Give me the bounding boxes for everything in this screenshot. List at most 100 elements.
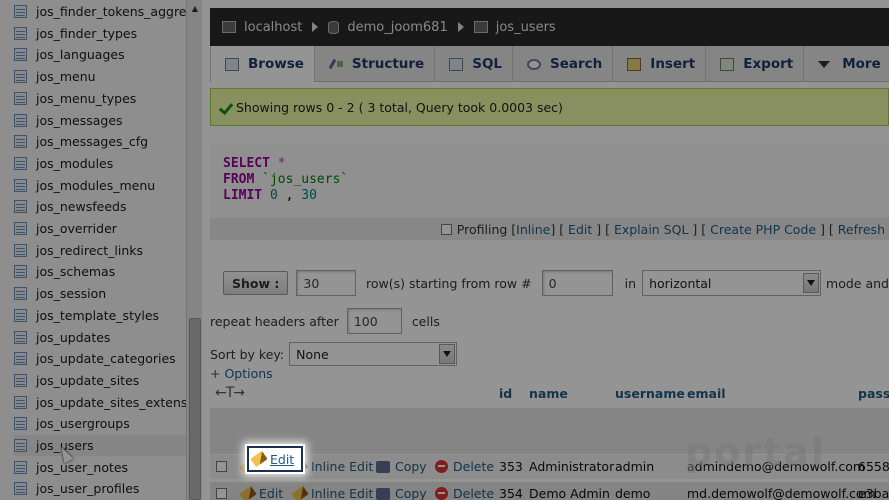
sql-keyword: FROM xyxy=(223,172,255,187)
repeat-headers-row: repeat headers after 100 cells xyxy=(210,307,889,335)
column-header-name[interactable]: name xyxy=(529,386,568,401)
table-icon xyxy=(14,439,27,452)
tab-search[interactable]: Search xyxy=(513,46,614,82)
mode-value: horizontal xyxy=(649,275,712,291)
sidebar-item-jos-usergroups[interactable]: jos_usergroups xyxy=(14,413,186,434)
highlighted-edit-label: Edit xyxy=(270,451,295,467)
sidebar-item-jos-menu[interactable]: jos_menu xyxy=(14,66,186,87)
repeat-text: repeat headers after xyxy=(210,313,339,329)
profiling-checkbox[interactable] xyxy=(440,223,452,235)
table-icon xyxy=(14,135,27,149)
tab-export[interactable]: Export xyxy=(706,46,805,82)
row-checkbox[interactable] xyxy=(216,488,227,499)
delete-label: Delete xyxy=(453,486,495,500)
cell-password[interactable]: 65585 xyxy=(858,459,889,474)
sidebar-scrollbar[interactable]: ▲ xyxy=(186,0,202,500)
delete-link[interactable]: Delete xyxy=(435,459,494,474)
sidebar-item-jos-languages[interactable]: jos_languages xyxy=(14,44,186,65)
copy-label: Copy xyxy=(395,486,427,500)
column-header-email[interactable]: email xyxy=(687,386,726,401)
cell-username[interactable]: demo xyxy=(615,486,650,500)
tab-structure[interactable]: Structure xyxy=(315,46,436,82)
copy-link[interactable]: Copy xyxy=(376,459,427,474)
sidebar-item-jos-session[interactable]: jos_session xyxy=(14,283,186,304)
sidebar-item-label: jos_template_styles xyxy=(36,307,160,323)
sidebar-item-jos-template-styles[interactable]: jos_template_styles xyxy=(14,305,186,326)
sidebar-item-label: jos_modules_menu xyxy=(36,177,156,193)
show-button[interactable]: Show : xyxy=(223,271,289,295)
cell-name[interactable]: Administrator xyxy=(529,459,614,474)
breadcrumb-table[interactable]: jos_users xyxy=(473,20,556,35)
refresh-link[interactable]: Refresh xyxy=(838,222,885,237)
rows-text: row(s) starting from row # xyxy=(365,275,532,291)
cell-id[interactable]: 353 xyxy=(499,459,523,474)
column-header-id[interactable]: id xyxy=(499,386,512,401)
edit-sql-link[interactable]: Edit xyxy=(568,222,592,237)
inline-link[interactable]: Inline xyxy=(516,222,550,237)
explain-sql-link[interactable]: Explain SQL xyxy=(614,222,688,237)
sidebar-item-jos-menu-types[interactable]: jos_menu_types xyxy=(14,88,186,109)
sidebar-item-jos-user-notes[interactable]: jos_user_notes xyxy=(14,457,186,478)
sidebar-item-label: jos_finder_tokens_aggreg xyxy=(36,4,186,19)
sidebar-item-jos-newsfeeds[interactable]: jos_newsfeeds xyxy=(14,196,186,217)
options-link[interactable]: + Options xyxy=(210,366,273,381)
create-php-link[interactable]: Create PHP Code xyxy=(710,222,816,237)
sidebar-item-jos-finder-tokens-aggreg[interactable]: jos_finder_tokens_aggreg xyxy=(14,1,186,22)
sidebar-item-jos-user-profiles[interactable]: jos_user_profiles xyxy=(14,478,186,499)
delete-link[interactable]: Delete xyxy=(435,486,494,500)
sidebar-item-jos-schemas[interactable]: jos_schemas xyxy=(14,261,186,282)
sidebar-item-jos-updates[interactable]: jos_updates xyxy=(14,327,186,348)
tab-browse[interactable]: Browse xyxy=(210,46,315,82)
edit-link[interactable]: Edit xyxy=(239,485,283,500)
status-message: Showing rows 0 - 2 ( 3 total, Query took… xyxy=(210,88,889,126)
sidebar-item-jos-update-sites[interactable]: jos_update_sites xyxy=(14,370,186,391)
sidebar-item-label: jos_schemas xyxy=(36,264,116,280)
repeat-headers-input[interactable]: 100 xyxy=(346,308,402,334)
breadcrumb-database[interactable]: demo_joom681 xyxy=(328,20,448,35)
sidebar-item-jos-users[interactable]: jos_users xyxy=(14,435,186,456)
column-header-username[interactable]: username xyxy=(615,386,685,401)
table-icon xyxy=(14,417,27,431)
table-icon xyxy=(14,460,27,474)
sidebar-item-jos-update-categories[interactable]: jos_update_categories xyxy=(14,348,186,369)
start-row-input[interactable]: 0 xyxy=(541,270,613,296)
sidebar-item-jos-messages-cfg[interactable]: jos_messages_cfg xyxy=(14,131,186,152)
pencil-icon xyxy=(239,485,257,500)
sidebar-item-jos-update-sites-extensi[interactable]: jos_update_sites_extensi xyxy=(14,392,186,413)
sidebar-item-label: jos_finder_types xyxy=(36,25,138,41)
sql-icon xyxy=(449,57,464,71)
sidebar-item-jos-overrider[interactable]: jos_overrider xyxy=(14,218,186,239)
scroll-thumb[interactable] xyxy=(189,318,201,500)
cell-id[interactable]: 354 xyxy=(499,486,523,500)
tab-insert[interactable]: Insert xyxy=(613,46,707,82)
breadcrumb-server[interactable]: localhost xyxy=(222,20,302,35)
copy-link[interactable]: Copy xyxy=(376,486,427,500)
scroll-up-arrow-icon[interactable]: ▲ xyxy=(187,0,202,16)
cell-name[interactable]: Demo Admin xyxy=(529,486,610,500)
highlighted-edit-link[interactable]: Edit xyxy=(247,446,303,472)
sidebar-item-label: jos_updates xyxy=(36,329,111,345)
sidebar-item-jos-modules-menu[interactable]: jos_modules_menu xyxy=(14,175,186,196)
rows-input[interactable]: 30 xyxy=(296,270,356,296)
sort-select[interactable]: None xyxy=(289,342,458,366)
column-header-password[interactable]: passw xyxy=(858,386,889,401)
sidebar-item-jos-messages[interactable]: jos_messages xyxy=(14,110,186,131)
tab-more[interactable]: More xyxy=(804,46,889,82)
cell-username[interactable]: admin xyxy=(615,459,654,474)
delete-icon xyxy=(435,460,448,473)
table-icon xyxy=(14,5,27,18)
sidebar-item-label: jos_update_sites_extensi xyxy=(36,394,186,410)
sidebar-item-jos-modules[interactable]: jos_modules xyxy=(14,153,186,174)
cell-password[interactable]: e3ba xyxy=(858,486,889,500)
inline-edit-link[interactable]: Inline Edit xyxy=(291,485,373,500)
inline-edit-link[interactable]: Inline Edit xyxy=(291,458,373,475)
cell-email[interactable]: md.demowolf@demowolf.com xyxy=(687,486,876,500)
tab-sql[interactable]: SQL xyxy=(435,46,514,82)
sidebar-item-label: jos_modules xyxy=(36,155,114,171)
table-icon xyxy=(14,48,27,62)
sidebar-item-label: jos_menu_types xyxy=(36,90,137,106)
sidebar-item-jos-redirect-links[interactable]: jos_redirect_links xyxy=(14,240,186,261)
mode-select[interactable]: horizontal xyxy=(642,270,822,296)
row-checkbox[interactable] xyxy=(216,461,227,472)
sidebar-item-jos-finder-types[interactable]: jos_finder_types xyxy=(14,23,186,44)
